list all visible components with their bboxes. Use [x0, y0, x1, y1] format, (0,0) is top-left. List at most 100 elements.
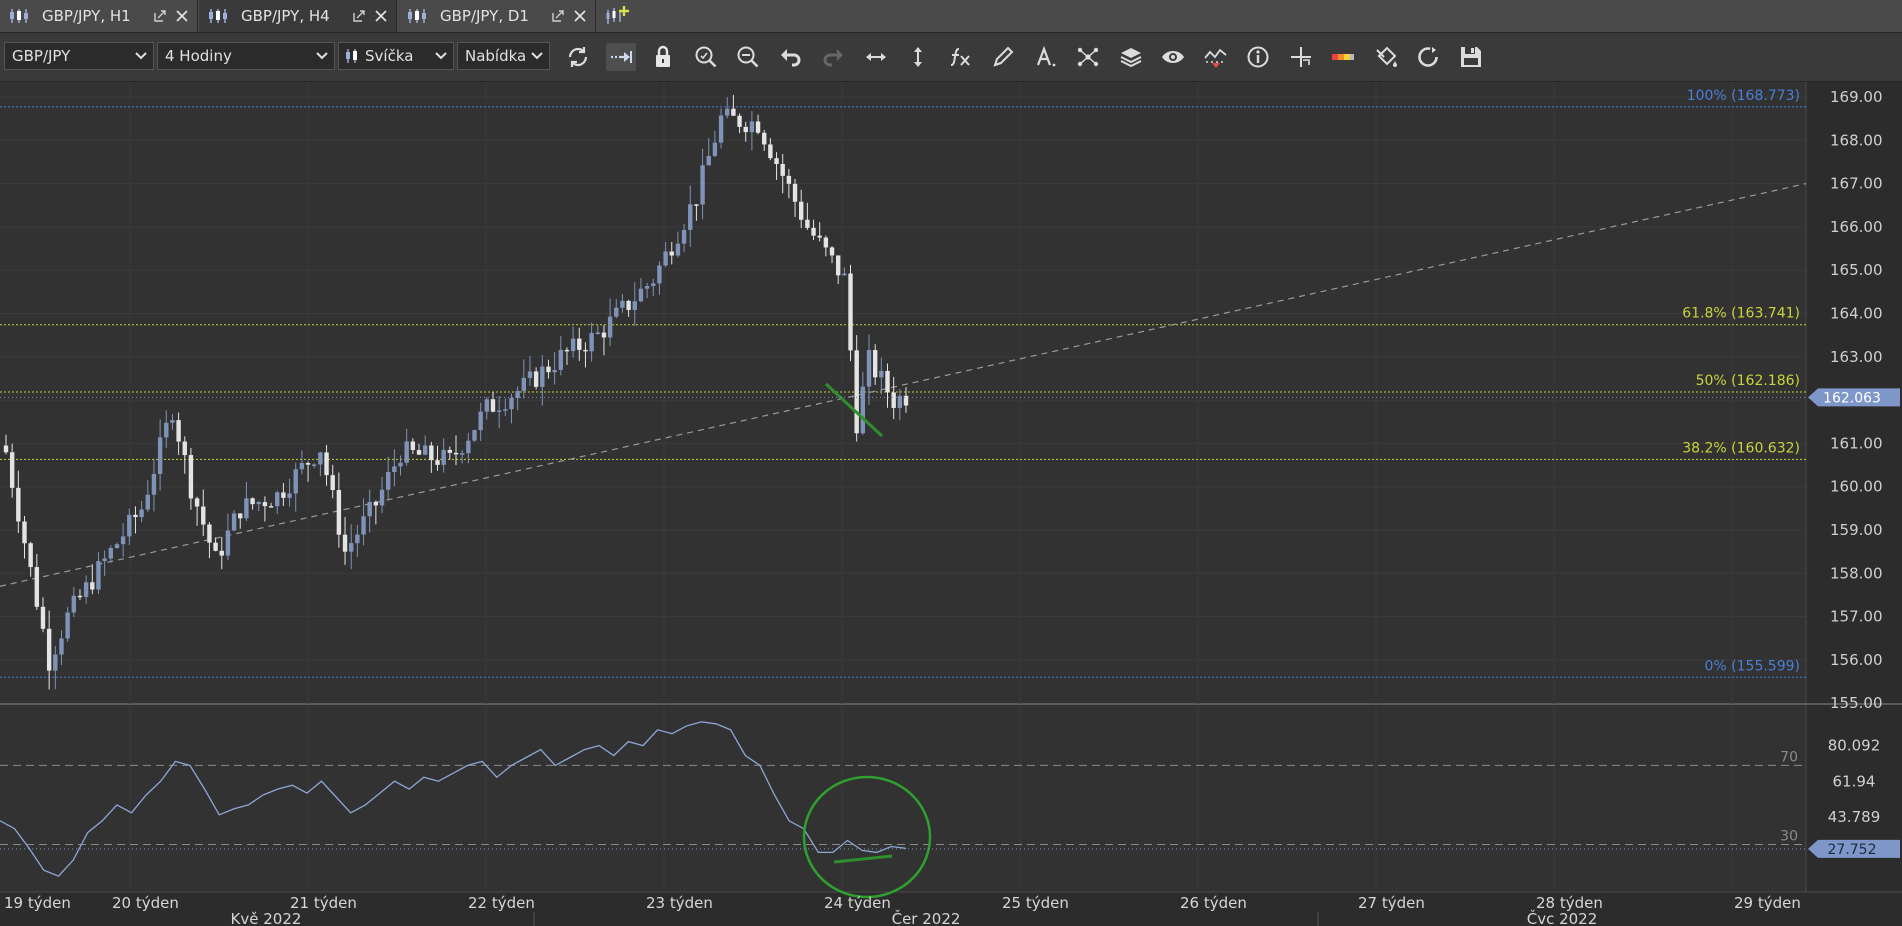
info-button[interactable]: [1243, 43, 1273, 71]
add-chart-tab-icon[interactable]: [604, 4, 630, 28]
layers-icon: [1120, 48, 1142, 68]
tab-label: GBP/JPY, H4: [241, 7, 330, 25]
undo-button[interactable]: [776, 43, 806, 71]
indicators-fx-icon: [950, 48, 970, 66]
price-tick: 165.00: [1830, 261, 1883, 279]
zoom-in-button[interactable]: [691, 43, 721, 71]
candle-body: [379, 489, 385, 506]
price-tick: 166.00: [1830, 218, 1883, 236]
indicators-button[interactable]: [946, 43, 976, 71]
zoom-out-button[interactable]: [733, 43, 763, 71]
candle-body: [749, 121, 755, 133]
fib-level-label: 61.8% (163.741): [1682, 306, 1800, 322]
candle-body: [256, 502, 261, 505]
candle-body: [718, 115, 724, 143]
colors-button[interactable]: [1328, 43, 1358, 71]
price-type-select[interactable]: Nabídka: [457, 42, 550, 70]
candle-body: [527, 371, 533, 378]
month-label: Kvě 2022: [231, 910, 302, 926]
auto-scroll-button[interactable]: [606, 43, 636, 71]
tab-gbpjpy-d1[interactable]: GBP/JPY, D1: [398, 0, 596, 32]
candle-body: [675, 243, 681, 256]
vertical-resize-button[interactable]: [903, 43, 933, 71]
chart-background: [0, 82, 1902, 926]
candle-body: [164, 422, 169, 438]
candle-body: [133, 514, 138, 518]
draw-button[interactable]: [988, 43, 1018, 71]
candle-body: [416, 450, 422, 455]
week-label: 23 týden: [646, 894, 713, 912]
candle-body: [842, 273, 847, 276]
chart-toolbar: GBP/JPY 4 Hodiny Svíčka Nabídka: [0, 33, 1902, 82]
candle-body: [447, 449, 453, 453]
candle-body: [755, 121, 761, 133]
candle-body: [879, 370, 884, 378]
save-button[interactable]: [1456, 43, 1486, 71]
crosshair-button[interactable]: [1286, 43, 1316, 71]
candle-body: [866, 350, 872, 387]
candle-body: [34, 567, 40, 607]
oscillator-tick: 61.94: [1833, 772, 1876, 790]
pencil-icon: [993, 46, 1014, 67]
layers-button[interactable]: [1116, 43, 1146, 71]
candle-body: [385, 472, 391, 490]
symbol-select[interactable]: GBP/JPY: [4, 42, 154, 70]
candle-body: [194, 498, 200, 507]
close-icon[interactable]: [374, 9, 388, 23]
oscillator-level-label: 70: [1780, 749, 1798, 765]
candle-body: [657, 265, 662, 284]
popout-icon[interactable]: [551, 9, 565, 23]
tab-gbpjpy-h1[interactable]: GBP/JPY, H1: [0, 0, 198, 32]
candle-body: [318, 452, 323, 465]
text-tool-button[interactable]: [1031, 43, 1061, 71]
chevron-down-icon: [531, 52, 543, 60]
timeframe-select[interactable]: 4 Hodiny: [157, 42, 335, 70]
candle-body: [361, 516, 366, 535]
chart-type-select[interactable]: Svíčka: [338, 42, 454, 70]
candle-body: [16, 487, 21, 522]
week-label: 27 týden: [1358, 894, 1425, 912]
redo-icon: [823, 49, 843, 67]
candle-body: [817, 235, 822, 238]
candlestick-icon: [408, 9, 426, 23]
redo-button[interactable]: [818, 43, 848, 71]
candle-body: [774, 158, 779, 165]
refresh-button[interactable]: [563, 43, 593, 71]
candle-body: [422, 445, 428, 455]
sync-button[interactable]: [1413, 43, 1443, 71]
alerts-button[interactable]: [1201, 43, 1231, 71]
week-label: 19 týden: [4, 894, 71, 912]
popout-icon[interactable]: [352, 9, 366, 23]
popout-icon[interactable]: [153, 9, 167, 23]
candle-body: [644, 286, 650, 289]
objects-button[interactable]: [1073, 43, 1103, 71]
close-icon[interactable]: [175, 9, 189, 23]
save-icon: [1461, 47, 1481, 67]
chart-area[interactable]: 169.00 168.00 167.00 166.00 165.00 164.00 163.…: [0, 82, 1902, 926]
candlestick-icon: [10, 9, 28, 23]
candle-body: [275, 492, 280, 507]
chevron-down-icon: [135, 52, 147, 60]
candle-body: [3, 445, 9, 453]
lock-button[interactable]: [648, 43, 678, 71]
vertical-resize-icon: [914, 47, 922, 67]
candle-body: [558, 349, 563, 370]
candle-body: [324, 452, 329, 476]
timeframe-value: 4 Hodiny: [165, 47, 232, 65]
week-label: 20 týden: [112, 894, 179, 912]
lock-icon: [656, 45, 670, 67]
candle-body: [373, 501, 379, 506]
horizontal-resize-button[interactable]: [861, 43, 891, 71]
candle-body: [342, 534, 348, 552]
candle-body: [589, 332, 594, 352]
close-icon[interactable]: [573, 9, 587, 23]
tab-gbpjpy-h4[interactable]: GBP/JPY, H4: [199, 0, 397, 32]
candle-body: [108, 548, 113, 559]
visibility-button[interactable]: [1158, 43, 1188, 71]
fill-button[interactable]: [1371, 43, 1401, 71]
candle-body: [712, 142, 718, 156]
price-tick: 160.00: [1830, 478, 1883, 496]
candle-body: [170, 420, 175, 423]
candle-body: [891, 392, 896, 408]
candle-body: [848, 273, 853, 351]
